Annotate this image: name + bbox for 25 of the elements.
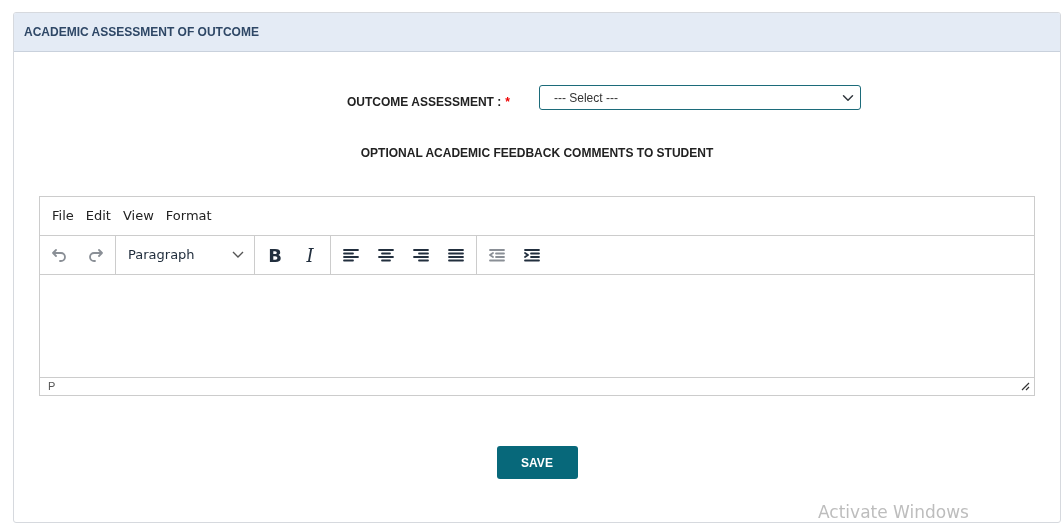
- section-title: OPTIONAL ACADEMIC FEEDBACK COMMENTS TO STUDENT: [360, 146, 714, 160]
- indent-icon: [523, 246, 541, 264]
- menu-item[interactable]: File: [46, 206, 80, 226]
- menu-item[interactable]: Format: [159, 206, 218, 226]
- resize-handle-icon[interactable]: [1021, 382, 1030, 391]
- align-right-icon: [412, 246, 430, 264]
- activation-notice: Activate Windows: [818, 502, 969, 522]
- outcome-select[interactable]: --- Select ---: [538, 85, 861, 110]
- required-mark: *: [505, 94, 510, 111]
- bold-button[interactable]: B: [259, 240, 291, 270]
- italic-button[interactable]: I: [294, 240, 326, 270]
- field-label: OUTCOME ASSESSMENT :: [347, 94, 502, 111]
- panel-title: ACADEMIC ASSESSMENT OF OUTCOME: [24, 24, 259, 41]
- redo-icon: [86, 246, 104, 264]
- undo-icon: [51, 246, 69, 264]
- align-center-icon: [377, 246, 395, 264]
- justify-icon: [447, 246, 465, 264]
- element-path: P: [48, 379, 56, 395]
- save-button[interactable]: SAVE: [496, 446, 578, 479]
- outdent-icon: [488, 246, 506, 264]
- menu-item[interactable]: View: [116, 206, 160, 226]
- align-left-icon: [342, 246, 360, 264]
- block-format-dropdown[interactable]: Paragraph: [120, 240, 250, 270]
- chevron-down-icon: [232, 251, 244, 259]
- menu-item[interactable]: Edit: [79, 206, 117, 226]
